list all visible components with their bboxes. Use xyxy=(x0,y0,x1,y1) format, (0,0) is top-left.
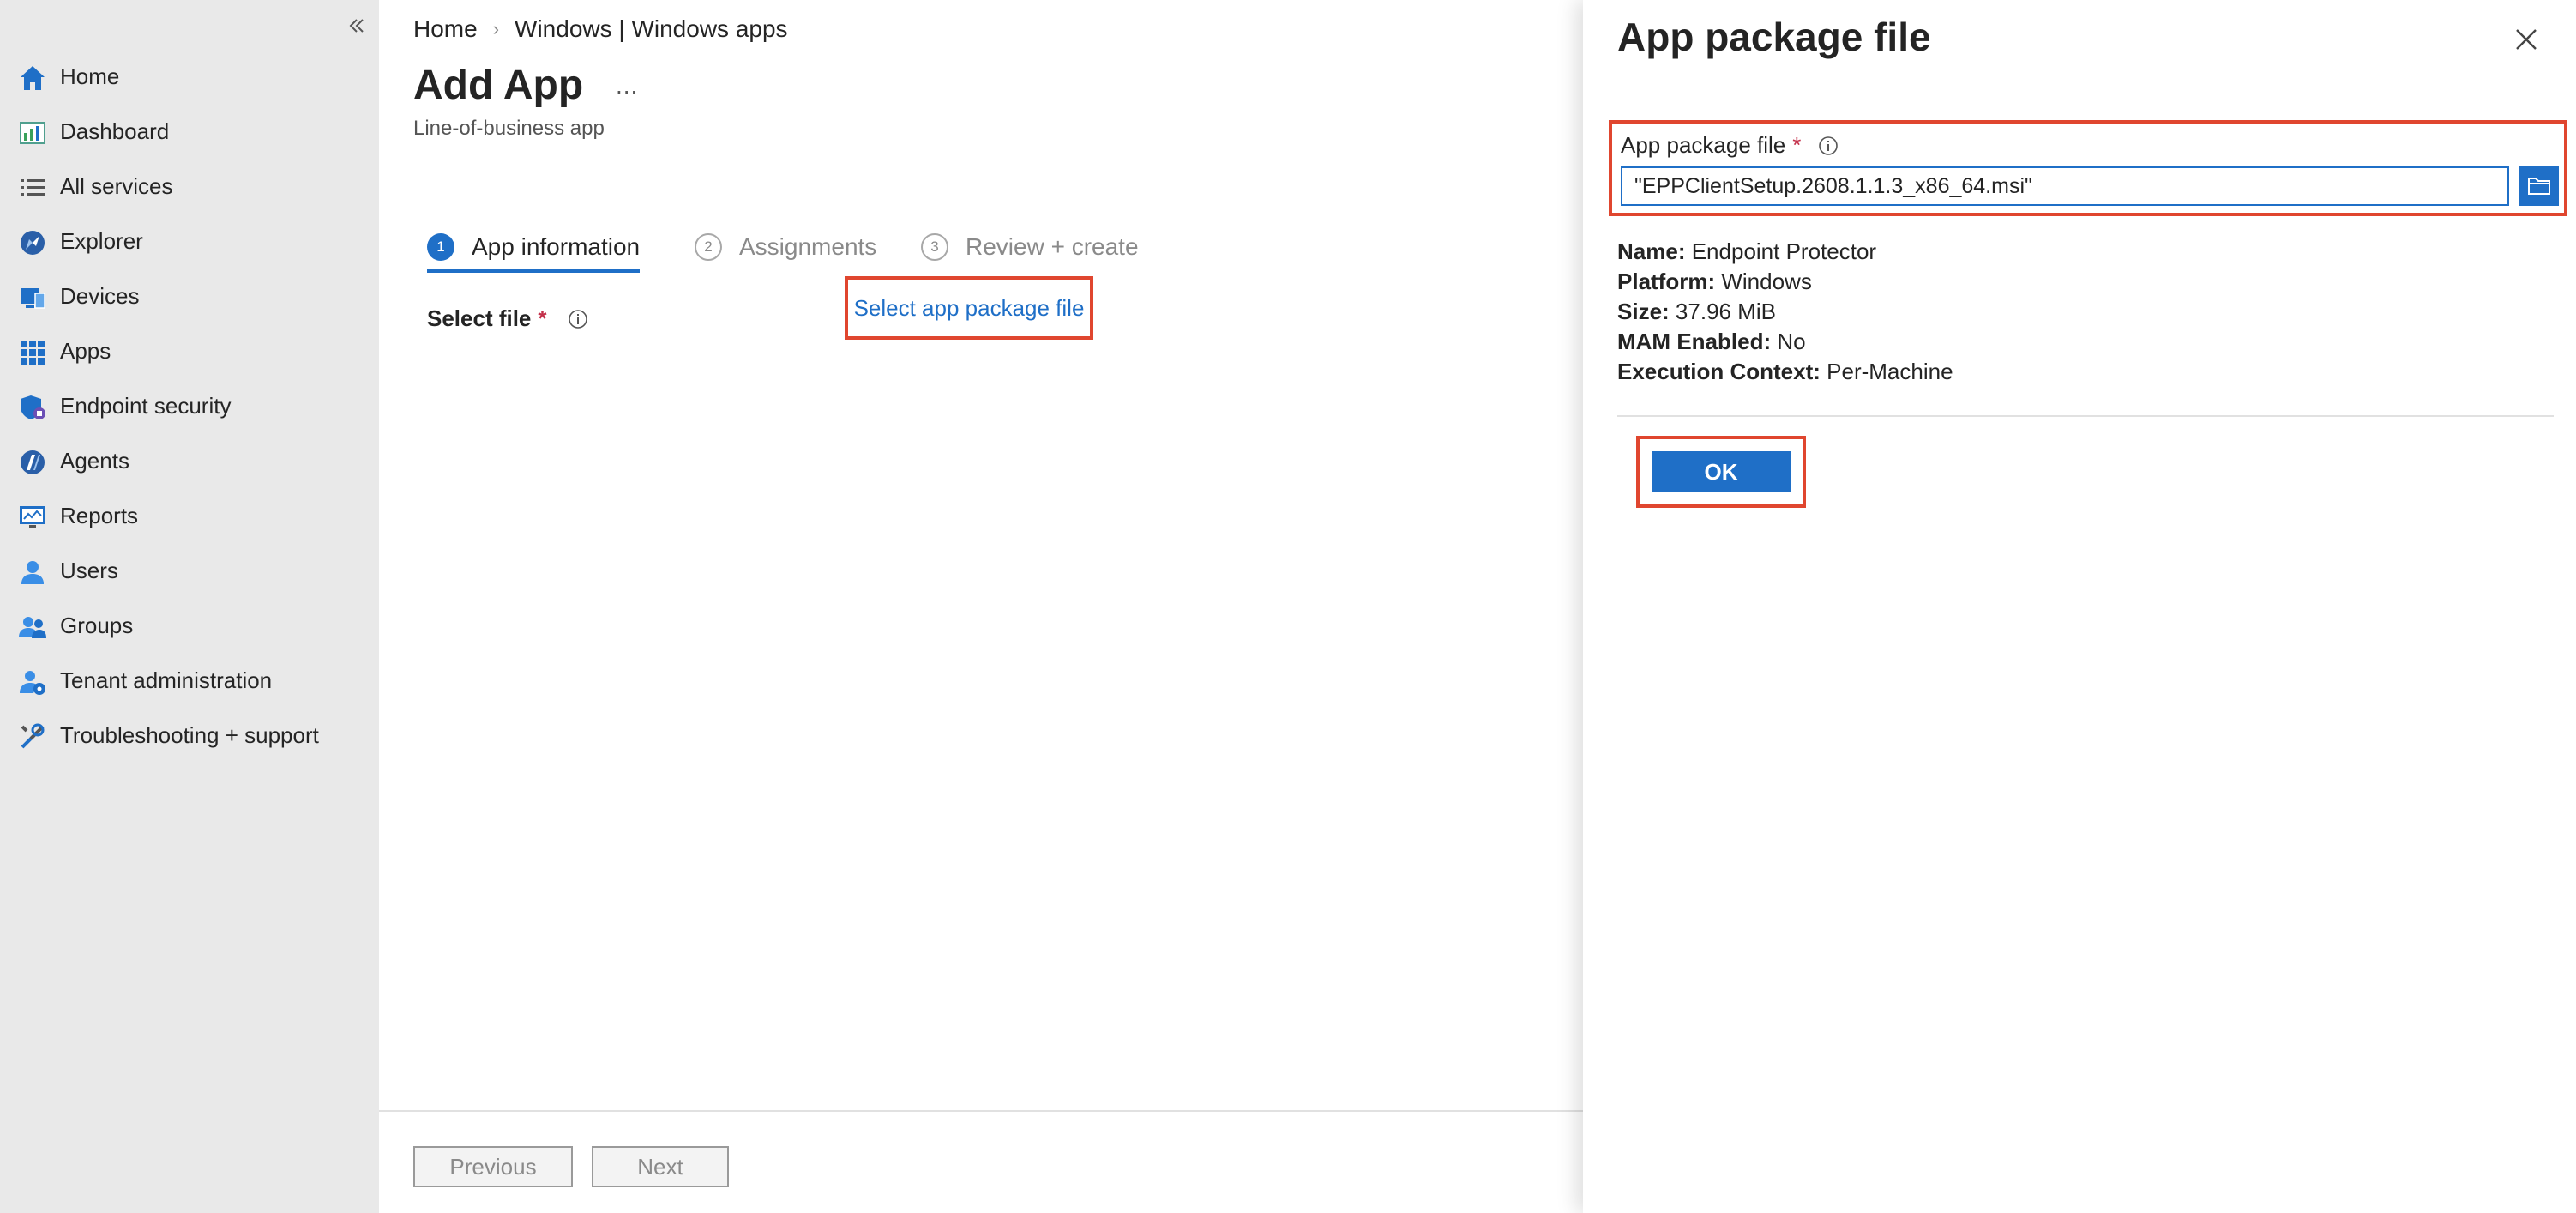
step-label: Assignments xyxy=(739,233,877,260)
sidebar: Home Dashboard All services Explorer Dev… xyxy=(0,0,379,1213)
sidebar-item-explorer[interactable]: Explorer xyxy=(0,215,379,267)
sidebar-item-label: Explorer xyxy=(60,227,143,254)
sidebar-item-troubleshooting-support[interactable]: Troubleshooting + support xyxy=(0,709,379,761)
groups-icon xyxy=(17,612,48,643)
collapse-sidebar-button[interactable] xyxy=(340,9,374,43)
select-file-label-row: Select file * xyxy=(427,305,588,332)
panel-title: App package file xyxy=(1617,15,1931,59)
detail-row-platform: Platform: Windows xyxy=(1617,269,1812,294)
step-label: App information xyxy=(472,233,641,260)
select-app-package-file-link[interactable]: Select app package file xyxy=(854,295,1085,322)
sidebar-item-dashboard[interactable]: Dashboard xyxy=(0,106,379,157)
breadcrumb-separator-icon: › xyxy=(492,18,500,39)
agents-icon xyxy=(17,447,48,478)
previous-button[interactable]: Previous xyxy=(413,1146,573,1187)
sidebar-item-label: Devices xyxy=(60,282,140,309)
sidebar-item-label: Apps xyxy=(60,337,111,364)
breadcrumb: Home › Windows | Windows apps xyxy=(413,15,788,43)
tab-assignments[interactable]: 2 Assignments xyxy=(695,221,876,273)
sidebar-item-endpoint-security[interactable]: Endpoint security xyxy=(0,380,379,431)
app-details: Name: Endpoint Protector Platform: Windo… xyxy=(1617,237,1953,387)
shield-icon xyxy=(17,392,48,423)
explorer-icon xyxy=(17,227,48,258)
step-label: Review + create xyxy=(966,233,1139,260)
sidebar-item-tenant-administration[interactable]: Tenant administration xyxy=(0,655,379,706)
dashboard-icon xyxy=(17,118,48,148)
file-label: App package file xyxy=(1621,132,1786,158)
sidebar-item-groups[interactable]: Groups xyxy=(0,600,379,651)
tab-app-information[interactable]: 1 App information xyxy=(427,221,641,273)
step-number: 2 xyxy=(695,233,722,261)
detail-row-execution-context: Execution Context: Per-Machine xyxy=(1617,359,1953,384)
step-number: 3 xyxy=(921,233,948,261)
sidebar-item-label: All services xyxy=(60,172,173,199)
apps-grid-icon xyxy=(17,337,48,368)
close-icon xyxy=(2516,29,2537,50)
next-button[interactable]: Next xyxy=(592,1146,729,1187)
sidebar-item-label: Groups xyxy=(60,612,134,638)
file-label-row: App package file * xyxy=(1621,132,1839,159)
sidebar-item-label: Dashboard xyxy=(60,118,170,144)
step-number: 1 xyxy=(427,233,454,261)
select-file-label: Select file xyxy=(427,305,532,331)
list-icon xyxy=(17,172,48,203)
app-package-file-panel: App package file App package file * Name… xyxy=(1583,0,2576,1213)
sidebar-item-all-services[interactable]: All services xyxy=(0,160,379,212)
sidebar-item-label: Users xyxy=(60,557,118,583)
sidebar-item-label: Troubleshooting + support xyxy=(60,721,319,748)
app-package-file-input[interactable] xyxy=(1621,166,2509,206)
sidebar-item-label: Tenant administration xyxy=(60,667,273,693)
tab-review-create[interactable]: 3 Review + create xyxy=(921,221,1139,273)
sidebar-item-users[interactable]: Users xyxy=(0,545,379,596)
sidebar-item-label: Endpoint security xyxy=(60,392,232,419)
sidebar-item-apps[interactable]: Apps xyxy=(0,325,379,377)
breadcrumb-windows-apps-link[interactable]: Windows | Windows apps xyxy=(515,15,788,43)
file-input-highlight: App package file * xyxy=(1609,120,2567,216)
ok-button-highlight: OK xyxy=(1636,436,1806,508)
sidebar-item-label: Reports xyxy=(60,502,139,528)
close-panel-button[interactable] xyxy=(2511,24,2542,55)
double-chevron-left-icon xyxy=(349,19,364,33)
info-icon[interactable] xyxy=(1818,136,1839,156)
sidebar-item-devices[interactable]: Devices xyxy=(0,270,379,322)
page-title: Add App xyxy=(413,63,584,108)
browse-file-button[interactable] xyxy=(2519,166,2559,206)
tenant-admin-icon xyxy=(17,667,48,697)
tools-icon xyxy=(17,721,48,752)
sidebar-item-agents[interactable]: Agents xyxy=(0,435,379,486)
more-options-button[interactable]: ... xyxy=(616,72,638,100)
required-marker: * xyxy=(1792,132,1802,158)
panel-divider xyxy=(1617,415,2554,417)
detail-row-name: Name: Endpoint Protector xyxy=(1617,238,1877,264)
home-icon xyxy=(17,63,48,94)
detail-row-size: Size: 37.96 MiB xyxy=(1617,299,1776,324)
info-icon[interactable] xyxy=(568,309,588,329)
devices-icon xyxy=(17,282,48,313)
reports-icon xyxy=(17,502,48,533)
select-file-highlight: Select app package file xyxy=(845,276,1093,340)
sidebar-item-reports[interactable]: Reports xyxy=(0,490,379,541)
sidebar-item-label: Agents xyxy=(60,447,129,474)
folder-icon xyxy=(2528,178,2550,195)
user-icon xyxy=(17,557,48,588)
detail-row-mam-enabled: MAM Enabled: No xyxy=(1617,329,1806,354)
required-marker: * xyxy=(538,305,547,331)
page-subtitle: Line-of-business app xyxy=(413,117,605,140)
sidebar-item-home[interactable]: Home xyxy=(0,51,379,102)
ok-button[interactable]: OK xyxy=(1652,451,1791,492)
sidebar-item-label: Home xyxy=(60,63,120,89)
breadcrumb-home-link[interactable]: Home xyxy=(413,15,478,43)
